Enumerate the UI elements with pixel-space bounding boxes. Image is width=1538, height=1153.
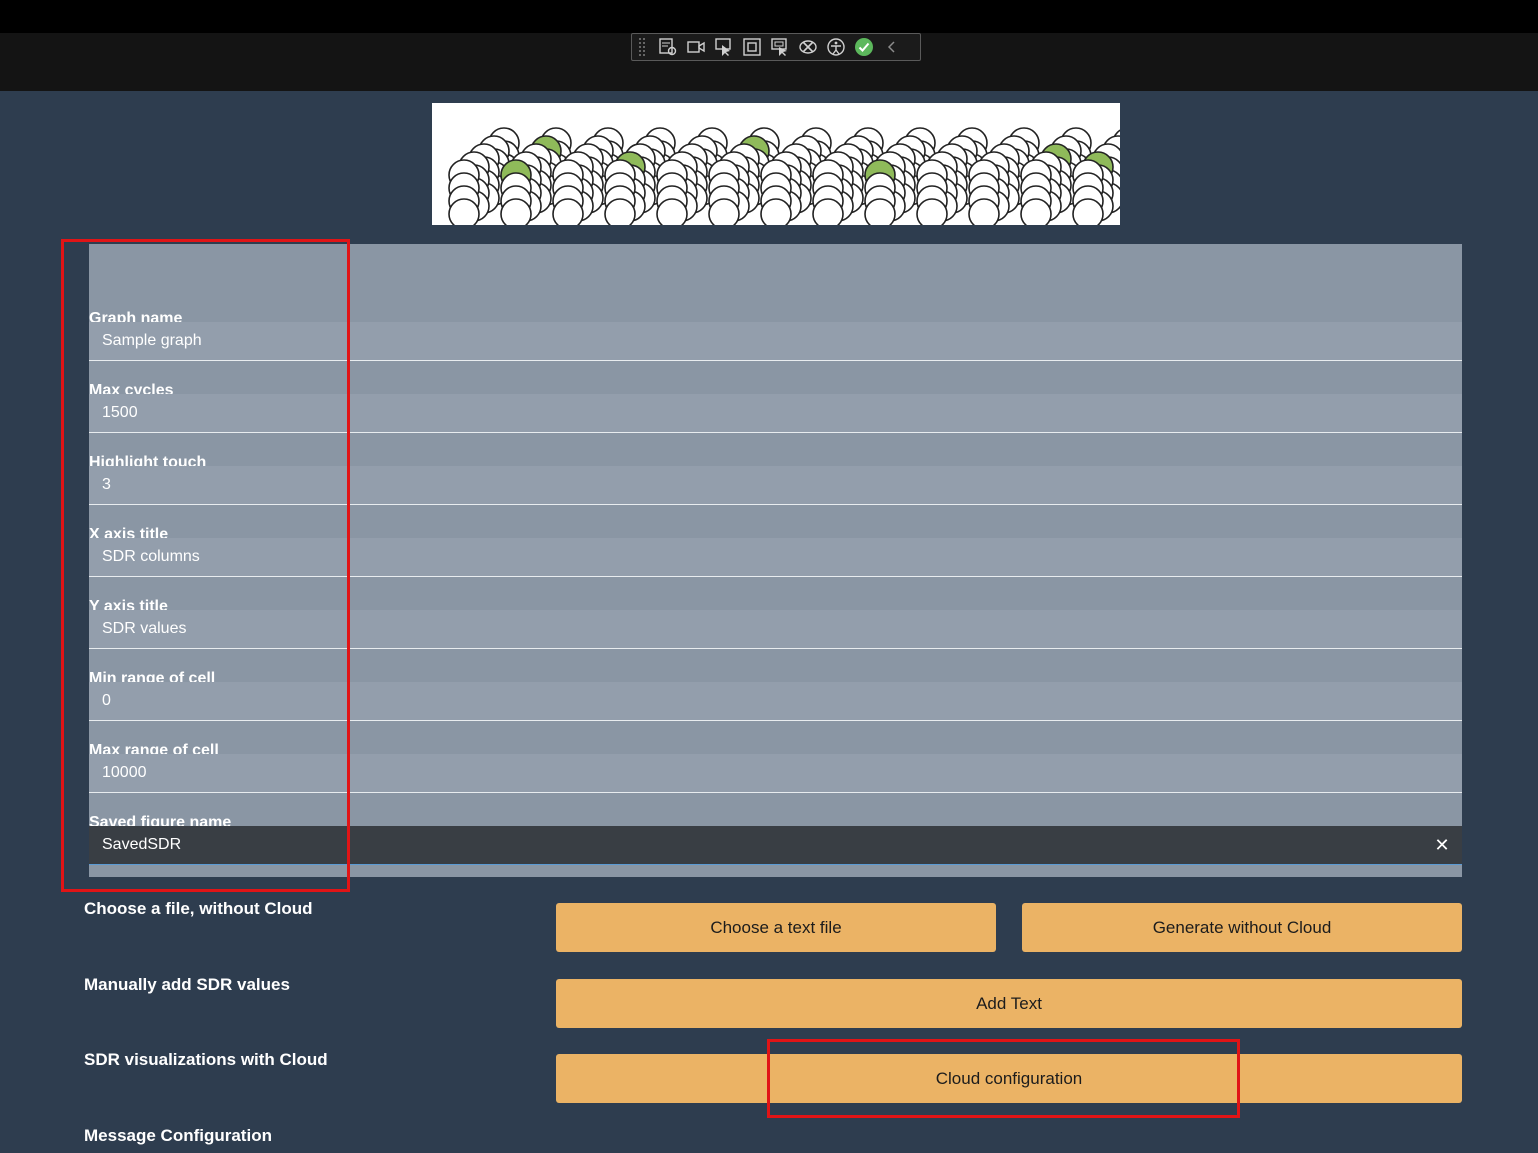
clear-input-icon[interactable]: ✕ bbox=[1432, 835, 1452, 855]
field-graph-name: Graph name bbox=[89, 302, 1462, 374]
cloud-configuration-button[interactable]: Cloud configuration bbox=[556, 1054, 1462, 1103]
sdr-cells-illustration bbox=[448, 127, 1120, 225]
y-axis-title-input[interactable] bbox=[89, 610, 1462, 649]
sdr-banner-image bbox=[432, 103, 1120, 225]
field-max-cycles: Max cycles bbox=[89, 374, 1462, 446]
toolbar-grip[interactable] bbox=[638, 37, 646, 57]
choose-file-section-label: Choose a file, without Cloud bbox=[84, 899, 313, 918]
inactive-cell bbox=[552, 198, 584, 225]
max-cycles-input[interactable] bbox=[89, 394, 1462, 433]
add-text-button[interactable]: Add Text bbox=[556, 979, 1462, 1028]
check-icon[interactable] bbox=[850, 35, 878, 59]
max-range-input[interactable] bbox=[89, 754, 1462, 793]
field-min-range: Min range of cell bbox=[89, 662, 1462, 734]
manual-sdr-section-label: Manually add SDR values bbox=[84, 975, 290, 994]
inactive-cell bbox=[708, 198, 740, 225]
field-max-range: Max range of cell bbox=[89, 734, 1462, 806]
inactive-cell bbox=[604, 198, 636, 225]
min-range-input[interactable] bbox=[89, 682, 1462, 721]
inactive-cell bbox=[448, 198, 480, 225]
binding-failures-icon[interactable] bbox=[794, 35, 822, 59]
cloud-section-label: SDR visualizations with Cloud bbox=[84, 1050, 328, 1069]
debug-toolbar bbox=[631, 33, 921, 61]
inactive-cell bbox=[1020, 198, 1052, 225]
field-x-axis-title: X axis title bbox=[89, 518, 1462, 590]
inactive-cell bbox=[656, 198, 688, 225]
inactive-cell bbox=[968, 198, 1000, 225]
generate-without-cloud-button[interactable]: Generate without Cloud bbox=[1022, 903, 1462, 952]
field-saved-figure-name: Saved figure name ✕ bbox=[89, 806, 1462, 878]
accessibility-icon[interactable] bbox=[822, 35, 850, 59]
inactive-cell bbox=[760, 198, 792, 225]
top-black-bar bbox=[0, 0, 1538, 33]
inactive-cell bbox=[500, 198, 532, 225]
highlight-touch-input[interactable] bbox=[89, 466, 1462, 505]
live-visual-tree-icon[interactable] bbox=[654, 35, 682, 59]
graph-name-input[interactable] bbox=[89, 322, 1462, 361]
inactive-cell bbox=[812, 198, 844, 225]
x-axis-title-input[interactable] bbox=[89, 538, 1462, 577]
inactive-cell bbox=[916, 198, 948, 225]
saved-figure-name-input[interactable] bbox=[89, 826, 1462, 865]
message-configuration-label: Message Configuration bbox=[84, 1126, 272, 1145]
graph-settings-panel: Graph name Max cycles Highlight touch X … bbox=[89, 244, 1462, 877]
track-focus-icon[interactable] bbox=[766, 35, 794, 59]
field-y-axis-title: Y axis title bbox=[89, 590, 1462, 662]
display-layout-adorners-icon[interactable] bbox=[738, 35, 766, 59]
choose-text-file-button[interactable]: Choose a text file bbox=[556, 903, 996, 952]
video-icon[interactable] bbox=[682, 35, 710, 59]
select-element-icon[interactable] bbox=[710, 35, 738, 59]
collapse-chevron-icon[interactable] bbox=[878, 35, 906, 59]
inactive-cell bbox=[864, 198, 896, 225]
field-highlight-touch: Highlight touch bbox=[89, 446, 1462, 518]
inactive-cell bbox=[1072, 198, 1104, 225]
